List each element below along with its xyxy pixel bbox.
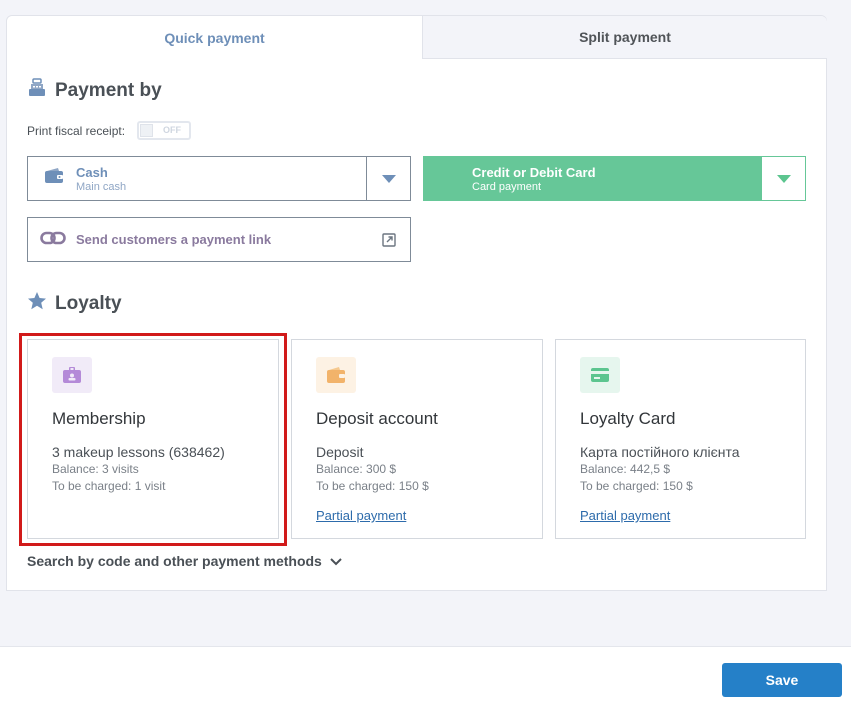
toggle-state-label: OFF [163, 125, 182, 135]
chain-link-icon [40, 231, 66, 248]
tab-quick-payment[interactable]: Quick payment [7, 16, 422, 59]
card-method-select[interactable]: Credit or Debit Card Card payment [423, 156, 806, 201]
loyalty-title: Loyalty [55, 293, 122, 314]
card-method-main[interactable]: Credit or Debit Card Card payment [424, 157, 761, 200]
toggle-knob [140, 124, 154, 137]
deposit-partial-payment-link[interactable]: Partial payment [316, 508, 406, 523]
wallet-icon [316, 357, 356, 393]
loyalty-heading: Loyalty [27, 291, 122, 317]
deposit-title: Deposit account [316, 409, 438, 428]
tab-bar: Quick payment Split payment [7, 16, 827, 59]
loyalty-card-charge: To be charged: 150 $ [580, 479, 693, 493]
credit-card-icon [580, 357, 620, 393]
search-other-methods-label: Search by code and other payment methods [27, 553, 322, 569]
save-button[interactable]: Save [722, 663, 842, 697]
cash-register-icon [27, 78, 47, 104]
star-icon [27, 291, 47, 317]
deposit-balance: Balance: 300 $ [316, 462, 397, 476]
cash-method-main[interactable]: Cash Main cash [28, 157, 366, 200]
deposit-account-card[interactable]: Deposit account Deposit Balance: 300 $ T… [291, 339, 543, 539]
loyalty-card-name: Карта постійного клієнта [580, 444, 740, 460]
tab-split-payment[interactable]: Split payment [422, 16, 827, 59]
loyalty-card-partial-payment-link[interactable]: Partial payment [580, 508, 670, 523]
selection-highlight [19, 333, 287, 546]
loyalty-card-balance: Balance: 442,5 $ [580, 462, 671, 476]
search-other-methods-toggle[interactable]: Search by code and other payment methods [27, 553, 342, 569]
payment-by-heading: Payment by [27, 78, 162, 104]
fiscal-receipt-toggle[interactable]: OFF [137, 121, 192, 140]
loyalty-card-card[interactable]: Loyalty Card Карта постійного клієнта Ba… [555, 339, 806, 539]
cash-method-title: Cash [76, 164, 108, 180]
card-method-subtitle: Card payment [472, 180, 542, 193]
cash-method-select[interactable]: Cash Main cash [27, 156, 411, 201]
send-payment-link-label: Send customers a payment link [76, 232, 272, 247]
caret-down-icon [776, 170, 791, 188]
chevron-down-icon [330, 553, 342, 569]
fiscal-receipt-label: Print fiscal receipt: [27, 123, 126, 138]
caret-down-icon [381, 170, 396, 188]
wallet-icon [44, 168, 64, 189]
fiscal-receipt-row: Print fiscal receipt: OFF [27, 121, 192, 140]
payment-by-title: Payment by [55, 80, 162, 101]
card-method-title: Credit or Debit Card [472, 164, 596, 180]
card-dropdown-toggle[interactable] [761, 157, 805, 200]
cash-dropdown-toggle[interactable] [366, 157, 410, 200]
deposit-name: Deposit [316, 444, 364, 460]
cash-method-subtitle: Main cash [76, 180, 127, 193]
deposit-charge: To be charged: 150 $ [316, 479, 429, 493]
send-payment-link-button[interactable]: Send customers a payment link [27, 217, 411, 262]
loyalty-card-title: Loyalty Card [580, 409, 676, 428]
external-link-icon [382, 233, 396, 250]
